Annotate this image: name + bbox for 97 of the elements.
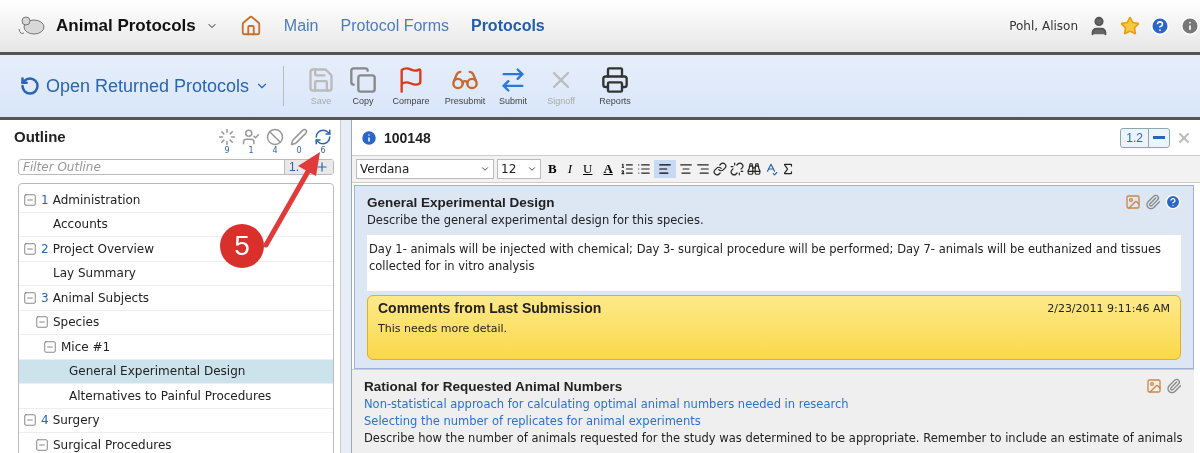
outline-label: Surgery — [52, 413, 100, 428]
outline-item[interactable]: Surgical Procedures — [19, 433, 333, 453]
nav-link[interactable]: Protocols — [470, 17, 545, 35]
paperclip-icon[interactable] — [1145, 194, 1161, 210]
comment-text: This needs more detail. — [378, 322, 509, 335]
numbered-list-icon[interactable] — [619, 162, 634, 177]
status-count: 4 — [272, 146, 278, 155]
filter-field[interactable]: Filter Outline 1. — [18, 159, 334, 175]
collapse-icon[interactable] — [35, 315, 49, 330]
section-number: 3 — [41, 290, 49, 305]
toolbar-button[interactable]: Submit — [492, 66, 535, 106]
panel-title: Outline — [14, 128, 66, 145]
toolbar-button[interactable]: Copy — [342, 66, 385, 106]
outline-item[interactable]: Mice #1 — [19, 335, 333, 360]
status-icon[interactable] — [218, 128, 236, 146]
status-count: 0 — [296, 146, 302, 155]
size-select[interactable]: 12 — [497, 159, 541, 180]
status-icon[interactable] — [242, 128, 260, 146]
bullet-list-icon[interactable] — [636, 162, 651, 177]
mouse-logo-icon — [18, 15, 46, 37]
info-icon[interactable] — [1180, 16, 1200, 36]
reference-link[interactable]: Non-statistical approach for calculating optimal animal numbers needed in research — [364, 397, 1182, 411]
status-icon[interactable] — [290, 128, 308, 146]
copy-icon — [349, 66, 378, 94]
section-number: 2 — [41, 241, 49, 256]
section-number: 4 — [41, 413, 49, 428]
minus-icon — [1153, 136, 1165, 140]
outline-label: Project Overview — [52, 241, 154, 256]
plus-icon — [315, 160, 329, 174]
outline-item[interactable]: Alternatives to Painful Procedures — [19, 384, 333, 409]
align-left-icon — [657, 162, 672, 177]
user-name: Pohl, Alison — [1009, 19, 1078, 33]
toolbar-button[interactable]: Compare — [384, 66, 439, 106]
outline-label: Animal Subjects — [52, 290, 150, 305]
outline-item[interactable]: 3 Animal Subjects — [19, 286, 333, 311]
collapse-icon[interactable] — [23, 413, 37, 428]
status-count: 9 — [224, 146, 230, 155]
version-button[interactable]: 1.2 — [1121, 128, 1149, 147]
collapse-icon[interactable] — [35, 437, 49, 452]
comment-title: Comments from Last Submission — [378, 300, 602, 316]
status-icon[interactable] — [266, 128, 284, 146]
help-icon[interactable] — [1150, 16, 1170, 36]
protocol-id: 100148 — [384, 129, 431, 146]
question-title: General Experimental Design — [367, 194, 555, 210]
outline-item[interactable]: Species — [19, 310, 333, 335]
collapse-icon[interactable] — [23, 290, 37, 305]
toolbar-button[interactable]: Presubmit — [438, 66, 493, 106]
outline-label: Alternatives to Painful Procedures — [69, 388, 272, 403]
question-description: Describe how the number of animals requested for the study was determined to be appropriate. Remember to include an estimate of animals — [364, 431, 1182, 445]
undo-icon — [20, 76, 40, 96]
app-title[interactable]: Animal Protocols — [56, 16, 196, 36]
help-icon[interactable] — [1165, 194, 1181, 210]
outline-label: Surgical Procedures — [53, 437, 172, 452]
outline-label: Species — [53, 315, 100, 330]
outline-item[interactable]: 1 Administration — [19, 188, 333, 213]
status-count: 1 — [248, 146, 254, 155]
align-center-icon[interactable] — [678, 162, 693, 177]
open-returned-protocols-menu[interactable]: Open Returned Protocols — [20, 66, 285, 106]
toolbar-button[interactable]: Reports — [588, 66, 643, 106]
image-icon[interactable] — [1146, 378, 1162, 394]
home-icon[interactable] — [239, 15, 262, 37]
answer-field[interactable]: Day 1- animals will be injected with chemical; Day 3- surgical procedure will be performed; Day 7- animals will be euthanized and tissues collected for in vitro analysis — [367, 235, 1181, 291]
comment-date: 2/23/2011 9:11:46 AM — [1047, 301, 1170, 315]
splitter[interactable] — [340, 120, 352, 453]
outline-item[interactable]: General Experimental Design — [19, 359, 333, 384]
question-description: Describe the general experimental design for this species. — [367, 213, 705, 227]
collapse-icon[interactable] — [23, 241, 37, 256]
outline-item[interactable]: 4 Surgery — [19, 408, 333, 433]
collapse-icon[interactable] — [23, 192, 37, 207]
collapse-icon[interactable] — [43, 339, 57, 354]
paperclip-icon[interactable] — [1166, 378, 1182, 394]
section-number: 1 — [41, 192, 49, 207]
image-icon[interactable] — [1125, 194, 1141, 210]
unlink-icon[interactable] — [729, 162, 744, 177]
align-right-icon[interactable] — [695, 162, 710, 177]
nav-link[interactable]: Protocol Forms — [340, 17, 449, 35]
nav-link[interactable]: Main — [283, 17, 319, 35]
link-icon[interactable] — [712, 162, 727, 177]
question-title: Rational for Requested Animal Numbers — [364, 378, 623, 394]
outline-label: General Experimental Design — [69, 364, 246, 379]
text-color-button[interactable]: A — [599, 160, 617, 179]
save-icon — [307, 66, 336, 94]
font-select[interactable]: Verdana — [356, 159, 494, 180]
format-button[interactable]: B — [544, 160, 561, 179]
find-icon[interactable] — [746, 162, 761, 177]
outline-label: Lay Summary — [53, 266, 136, 281]
outline-label: Accounts — [53, 217, 108, 232]
format-button[interactable]: I — [563, 160, 576, 179]
status-count: 6 — [320, 146, 326, 155]
outline-label: Mice #1 — [61, 339, 111, 354]
reference-link[interactable]: Selecting the number of replicates for animal experiments — [364, 414, 1182, 428]
status-icon[interactable] — [314, 128, 332, 146]
align-left-button[interactable] — [653, 160, 676, 179]
star-icon[interactable] — [1120, 16, 1140, 36]
info-icon[interactable] — [360, 128, 378, 147]
outline-label: Administration — [52, 192, 141, 207]
format-button[interactable]: U — [579, 160, 597, 179]
